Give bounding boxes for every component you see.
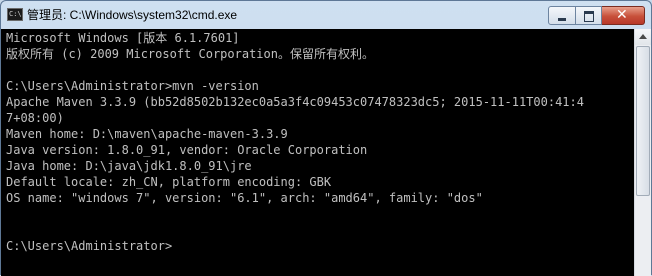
cmd-icon[interactable] [7,8,23,21]
console-text: Microsoft Windows [版本 6.1.7601] 版权所有 (c) … [1,29,634,254]
minimize-icon [558,18,566,21]
cmd-window: 管理员: C:\Windows\system32\cmd.exe ✕ Micro… [0,0,652,276]
vertical-scrollbar[interactable] [634,29,651,276]
console-line: Default locale: zh_CN, platform encoding… [6,175,332,189]
title-bar[interactable]: 管理员: C:\Windows\system32\cmd.exe ✕ [1,1,651,29]
window-title: 管理员: C:\Windows\system32\cmd.exe [27,8,238,22]
console-prompt: C:\Users\Administrator> [6,239,173,253]
console-line: C:\Users\Administrator>mvn -version [6,79,259,93]
maximize-button[interactable] [576,6,602,25]
console-line: OS name: "windows 7", version: "6.1", ar… [6,191,483,205]
maximize-icon [584,11,594,22]
console-line: Java home: D:\java\jdk1.8.0_91\jre [6,159,252,173]
minimize-button[interactable] [548,6,576,25]
scroll-up-arrow-icon[interactable] [635,29,651,45]
console-line: 版权所有 (c) 2009 Microsoft Corporation。保留所有… [6,47,374,61]
scroll-thumb[interactable] [636,46,650,196]
console-line: Microsoft Windows [版本 6.1.7601] [6,31,240,45]
console-line: Maven home: D:\maven\apache-maven-3.3.9 [6,127,288,141]
close-icon: ✕ [616,7,628,23]
console-line: 7+08:00) [6,111,64,125]
caption-buttons: ✕ [548,6,645,25]
console-line: Apache Maven 3.3.9 (bb52d8502b132ec0a5a3… [6,95,584,109]
close-button[interactable]: ✕ [602,6,645,25]
console-line: Java version: 1.8.0_91, vendor: Oracle C… [6,143,368,157]
console-output[interactable]: Microsoft Windows [版本 6.1.7601] 版权所有 (c) … [1,29,634,276]
